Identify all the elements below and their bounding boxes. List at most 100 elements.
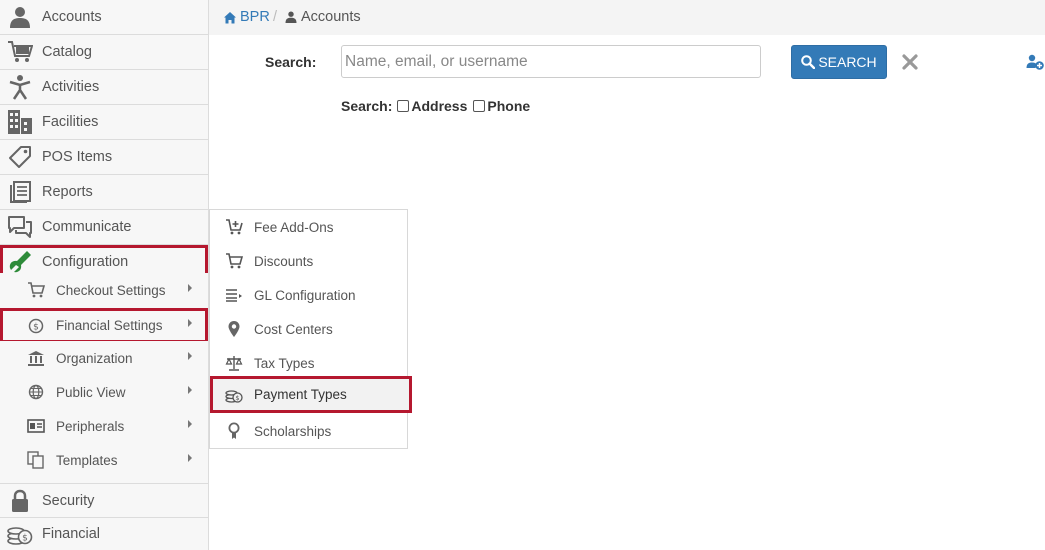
sidebar-item-security[interactable]: Security xyxy=(0,483,208,518)
sidebar-subitem-organization[interactable]: Organization xyxy=(0,341,208,375)
sidebar-item-label: POS Items xyxy=(42,149,113,165)
flyout-item-gl-configuration[interactable]: GL Configuration xyxy=(210,278,408,312)
activity-person-icon xyxy=(6,73,34,101)
phone-checkbox-label: Phone xyxy=(487,98,531,114)
caret-right-icon xyxy=(188,352,192,360)
flyout-item-label: Cost Centers xyxy=(254,321,333,337)
sidebar-subitem-label: Public View xyxy=(56,384,126,400)
caret-right-icon xyxy=(188,454,192,462)
lock-icon xyxy=(6,487,34,515)
flyout-item-label: Fee Add-Ons xyxy=(254,219,334,235)
sidebar-item-accounts[interactable]: Accounts xyxy=(0,0,208,35)
search-icon xyxy=(801,55,816,69)
sidebar-item-label: Activities xyxy=(42,79,100,95)
sidebar-item-catalog[interactable]: Catalog xyxy=(0,35,208,70)
flyout-item-payment-types[interactable]: $ Payment Types xyxy=(210,376,412,413)
sidebar-subitem-label: Peripherals xyxy=(56,418,125,434)
reports-icon xyxy=(6,178,34,206)
sidebar-subitem-label: Checkout Settings xyxy=(56,282,166,298)
sidebar-subitem-checkout-settings[interactable]: Checkout Settings xyxy=(0,273,208,307)
coins-icon: $ xyxy=(6,520,34,548)
sidebar-item-pos-items[interactable]: POS Items xyxy=(0,140,208,175)
breadcrumb-home-label: BPR xyxy=(240,9,270,25)
search-options-label: Search: xyxy=(341,98,393,114)
sidebar-item-reports[interactable]: Reports xyxy=(0,175,208,210)
sidebar-item-label: Communicate xyxy=(42,219,132,235)
address-checkbox-label: Address xyxy=(411,98,468,114)
flyout-item-label: Payment Types xyxy=(254,387,347,402)
sidebar-subitem-financial-settings[interactable]: $ Financial Settings xyxy=(0,308,208,343)
cart-icon xyxy=(6,38,34,66)
breadcrumb: BPR / Accounts xyxy=(209,0,1045,35)
sidebar-item-activities[interactable]: Activities xyxy=(0,70,208,105)
sidebar-subitem-public-view[interactable]: Public View xyxy=(0,375,208,409)
flyout-item-discounts[interactable]: Discounts xyxy=(210,244,408,278)
search-options: Search: Address Phone xyxy=(341,98,530,114)
breadcrumb-home-link[interactable]: BPR xyxy=(223,9,270,25)
sidebar-subitem-label: Financial Settings xyxy=(56,318,163,333)
map-pin-icon xyxy=(224,319,244,339)
scale-icon xyxy=(224,353,244,373)
sidebar-item-label: Financial xyxy=(42,526,101,542)
clear-search-button[interactable] xyxy=(900,52,920,72)
globe-icon xyxy=(26,382,46,402)
flyout-item-label: Tax Types xyxy=(254,355,315,371)
flyout-item-cost-centers[interactable]: Cost Centers xyxy=(210,312,408,346)
financial-settings-flyout: Fee Add-Ons Discounts GL Configuration C… xyxy=(209,209,412,449)
svg-text:$: $ xyxy=(22,534,28,544)
wrench-icon xyxy=(6,248,34,276)
svg-text:$: $ xyxy=(235,394,239,402)
sidebar-subitem-peripherals[interactable]: Peripherals xyxy=(0,409,208,443)
flyout-item-tax-types[interactable]: Tax Types xyxy=(210,346,408,380)
sidebar-item-label: Accounts xyxy=(42,9,102,25)
coins-icon: $ xyxy=(224,385,244,405)
add-user-button[interactable] xyxy=(1026,53,1045,71)
sidebar-item-facilities[interactable]: Facilities xyxy=(0,105,208,140)
sidebar-subitem-label: Organization xyxy=(56,350,133,366)
chat-icon xyxy=(6,213,34,241)
tag-icon xyxy=(6,143,34,171)
building-icon xyxy=(6,108,34,136)
sidebar-item-label: Catalog xyxy=(42,44,92,60)
sidebar-item-communicate[interactable]: Communicate xyxy=(0,210,208,245)
award-icon xyxy=(224,421,244,441)
list-icon xyxy=(224,285,244,305)
search-button-label: SEARCH xyxy=(818,54,877,70)
flyout-item-fee-add-ons[interactable]: Fee Add-Ons xyxy=(210,210,408,244)
search-label: Search: xyxy=(265,54,317,70)
cart-icon xyxy=(26,280,46,300)
add-user-icon xyxy=(1026,54,1044,70)
sidebar-item-label: Facilities xyxy=(42,114,99,130)
sidebar-item-financial[interactable]: $ Financial xyxy=(0,518,208,550)
copy-icon xyxy=(26,450,46,470)
svg-text:$: $ xyxy=(33,322,39,332)
flyout-item-label: Scholarships xyxy=(254,423,332,439)
sidebar-subitem-label: Templates xyxy=(56,452,118,468)
sidebar-item-label: Reports xyxy=(42,184,93,200)
dollar-circle-icon: $ xyxy=(26,316,46,336)
caret-right-icon xyxy=(188,284,192,292)
home-icon xyxy=(224,11,236,23)
flyout-item-label: Discounts xyxy=(254,253,314,269)
sidebar-item-label: Configuration xyxy=(42,254,129,270)
search-input[interactable] xyxy=(341,45,761,78)
caret-right-icon xyxy=(188,420,192,428)
caret-right-icon xyxy=(188,386,192,394)
sidebar-item-label: Security xyxy=(42,492,95,509)
search-button[interactable]: SEARCH xyxy=(791,45,887,79)
breadcrumb-separator: / xyxy=(273,9,278,25)
phone-checkbox[interactable] xyxy=(473,100,486,112)
id-card-icon xyxy=(26,416,46,436)
flyout-item-label: GL Configuration xyxy=(254,287,356,303)
cart-plus-icon xyxy=(224,217,244,237)
sidebar: Accounts Catalog Activities Facilities P… xyxy=(0,0,209,550)
caret-right-icon xyxy=(188,319,192,327)
flyout-item-scholarships[interactable]: Scholarships xyxy=(210,414,408,448)
sidebar-subitem-templates[interactable]: Templates xyxy=(0,443,208,477)
address-checkbox[interactable] xyxy=(397,100,410,112)
close-icon xyxy=(902,54,918,70)
cart-icon xyxy=(224,251,244,271)
person-icon xyxy=(6,3,34,31)
person-icon xyxy=(285,11,297,23)
bank-icon xyxy=(26,348,46,368)
